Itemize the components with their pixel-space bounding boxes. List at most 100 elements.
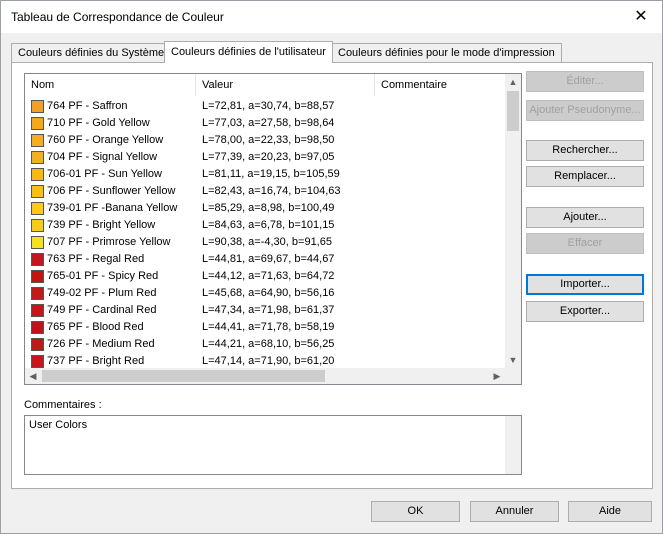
table-row[interactable]: 726 PF - Medium Red L=44,21, a=68,10, b=5… [25,336,505,353]
color-swatch [31,287,44,300]
table-row[interactable]: 760 PF - Orange Yellow L=78,00, a=22,33, … [25,132,505,149]
add-button[interactable]: Ajouter... [526,207,644,228]
color-list[interactable]: Nom Valeur Commentaire 764 PF - Saffron L… [24,73,522,385]
row-name: 764 PF - Saffron [47,100,128,112]
close-icon[interactable]: ✕ [630,6,652,28]
row-name: 739 PF - Bright Yellow [47,219,156,231]
row-name: 707 PF - Primrose Yellow [47,236,171,248]
title-bar: Tableau de Correspondance de Couleur ✕ [1,1,662,33]
column-header-name[interactable]: Nom [25,74,196,96]
search-button[interactable]: Rechercher... [526,140,644,161]
help-button[interactable]: Aide [568,501,652,522]
add-alias-button[interactable]: Ajouter Pseudonyme... [526,100,644,121]
color-swatch [31,185,44,198]
row-name: 765 PF - Blood Red [47,321,144,333]
arrow-left-icon[interactable]: ◀ [25,368,41,384]
table-row[interactable]: 710 PF - Gold Yellow L=77,03, a=27,58, b=… [25,115,505,132]
comments-label: Commentaires : [24,399,102,411]
scrollbar-corner [505,368,521,384]
scroll-thumb[interactable] [507,91,519,131]
table-row[interactable]: 765 PF - Blood Red L=44,41, a=71,78, b=58… [25,319,505,336]
list-header: Nom Valeur Commentaire [25,74,505,96]
arrow-down-icon[interactable]: ▼ [505,352,521,368]
row-name: 706 PF - Sunflower Yellow [47,185,176,197]
ok-button[interactable]: OK [371,501,460,522]
row-value: L=47,34, a=71,98, b=61,37 [202,304,335,316]
table-row[interactable]: 764 PF - Saffron L=72,81, a=30,74, b=88,5… [25,98,505,115]
row-value: L=47,14, a=71,90, b=61,20 [202,355,335,367]
table-row[interactable]: 706 PF - Sunflower Yellow L=82,43, a=16,7… [25,183,505,200]
table-row[interactable]: 739 PF - Bright Yellow L=84,63, a=6,78, b… [25,217,505,234]
scroll-thumb-horizontal[interactable] [42,370,325,382]
row-name: 726 PF - Medium Red [47,338,155,350]
row-value: L=44,81, a=69,67, b=44,67 [202,253,335,265]
tab-system-colors[interactable]: Couleurs définies du Système [11,43,172,62]
row-name: 737 PF - Bright Red [47,355,145,367]
row-name: 706-01 PF - Sun Yellow [47,168,162,180]
color-swatch [31,219,44,232]
row-value: L=85,29, a=8,98, b=100,49 [202,202,335,214]
table-row[interactable]: 739-01 PF -Banana Yellow L=85,29, a=8,98,… [25,200,505,217]
row-value: L=77,03, a=27,58, b=98,64 [202,117,335,129]
color-swatch [31,253,44,266]
row-value: L=84,63, a=6,78, b=101,15 [202,219,335,231]
row-name: 739-01 PF -Banana Yellow [47,202,178,214]
tab-print-mode-colors[interactable]: Couleurs définies pour le mode d'impress… [331,43,562,62]
color-swatch [31,151,44,164]
vertical-scrollbar[interactable]: ▲ ▼ [505,74,521,368]
color-swatch [31,117,44,130]
import-button[interactable]: Importer... [526,274,644,295]
arrow-up-icon[interactable]: ▲ [505,74,521,90]
row-value: L=44,41, a=71,78, b=58,19 [202,321,335,333]
export-button[interactable]: Exporter... [526,301,644,322]
color-swatch [31,202,44,215]
row-name: 765-01 PF - Spicy Red [47,270,159,282]
row-name: 704 PF - Signal Yellow [47,151,158,163]
row-value: L=77,39, a=20,23, b=97,05 [202,151,335,163]
row-value: L=81,11, a=19,15, b=105,59 [202,168,340,180]
row-value: L=45,68, a=64,90, b=56,16 [202,287,335,299]
row-value: L=44,21, a=68,10, b=56,25 [202,338,335,350]
color-swatch [31,304,44,317]
table-row[interactable]: 749 PF - Cardinal Red L=47,34, a=71,98, b… [25,302,505,319]
row-name: 760 PF - Orange Yellow [47,134,164,146]
row-name: 749-02 PF - Plum Red [47,287,157,299]
horizontal-scrollbar[interactable]: ◀ ▶ [25,368,505,384]
window-title: Tableau de Correspondance de Couleur [11,10,224,24]
color-swatch [31,321,44,334]
table-row[interactable]: 749-02 PF - Plum Red L=45,68, a=64,90, b=… [25,285,505,302]
column-header-value[interactable]: Valeur [196,74,375,96]
tab-panel: Nom Valeur Commentaire 764 PF - Saffron L… [11,62,653,489]
row-value: L=44,12, a=71,63, b=64,72 [202,270,335,282]
tab-user-colors[interactable]: Couleurs définies de l'utilisateur [164,41,333,63]
edit-button[interactable]: Éditer... [526,71,644,92]
color-swatch [31,100,44,113]
color-swatch [31,270,44,283]
cancel-button[interactable]: Annuler [470,501,559,522]
table-row[interactable]: 765-01 PF - Spicy Red L=44,12, a=71,63, b… [25,268,505,285]
row-name: 749 PF - Cardinal Red [47,304,157,316]
comments-text: User Colors [29,419,88,431]
color-swatch [31,355,44,368]
delete-button[interactable]: Effacer [526,233,644,254]
column-header-comment[interactable]: Commentaire [375,74,505,96]
comments-scrollbar[interactable] [505,416,521,474]
row-value: L=82,43, a=16,74, b=104,63 [202,185,341,197]
row-name: 763 PF - Regal Red [47,253,145,265]
row-name: 710 PF - Gold Yellow [47,117,150,129]
table-row[interactable]: 706-01 PF - Sun Yellow L=81,11, a=19,15, … [25,166,505,183]
color-swatch [31,134,44,147]
table-row[interactable]: 707 PF - Primrose Yellow L=90,38, a=-4,30… [25,234,505,251]
color-swatch [31,338,44,351]
row-value: L=78,00, a=22,33, b=98,50 [202,134,335,146]
row-value: L=90,38, a=-4,30, b=91,65 [202,236,332,248]
row-value: L=72,81, a=30,74, b=88,57 [202,100,335,112]
color-swatch [31,236,44,249]
table-row[interactable]: 763 PF - Regal Red L=44,81, a=69,67, b=44… [25,251,505,268]
dialog-window: Tableau de Correspondance de Couleur ✕ C… [0,0,663,534]
arrow-right-icon[interactable]: ▶ [489,368,505,384]
table-row[interactable]: 704 PF - Signal Yellow L=77,39, a=20,23, … [25,149,505,166]
replace-button[interactable]: Remplacer... [526,166,644,187]
color-swatch [31,168,44,181]
comments-textarea[interactable]: User Colors [24,415,522,475]
